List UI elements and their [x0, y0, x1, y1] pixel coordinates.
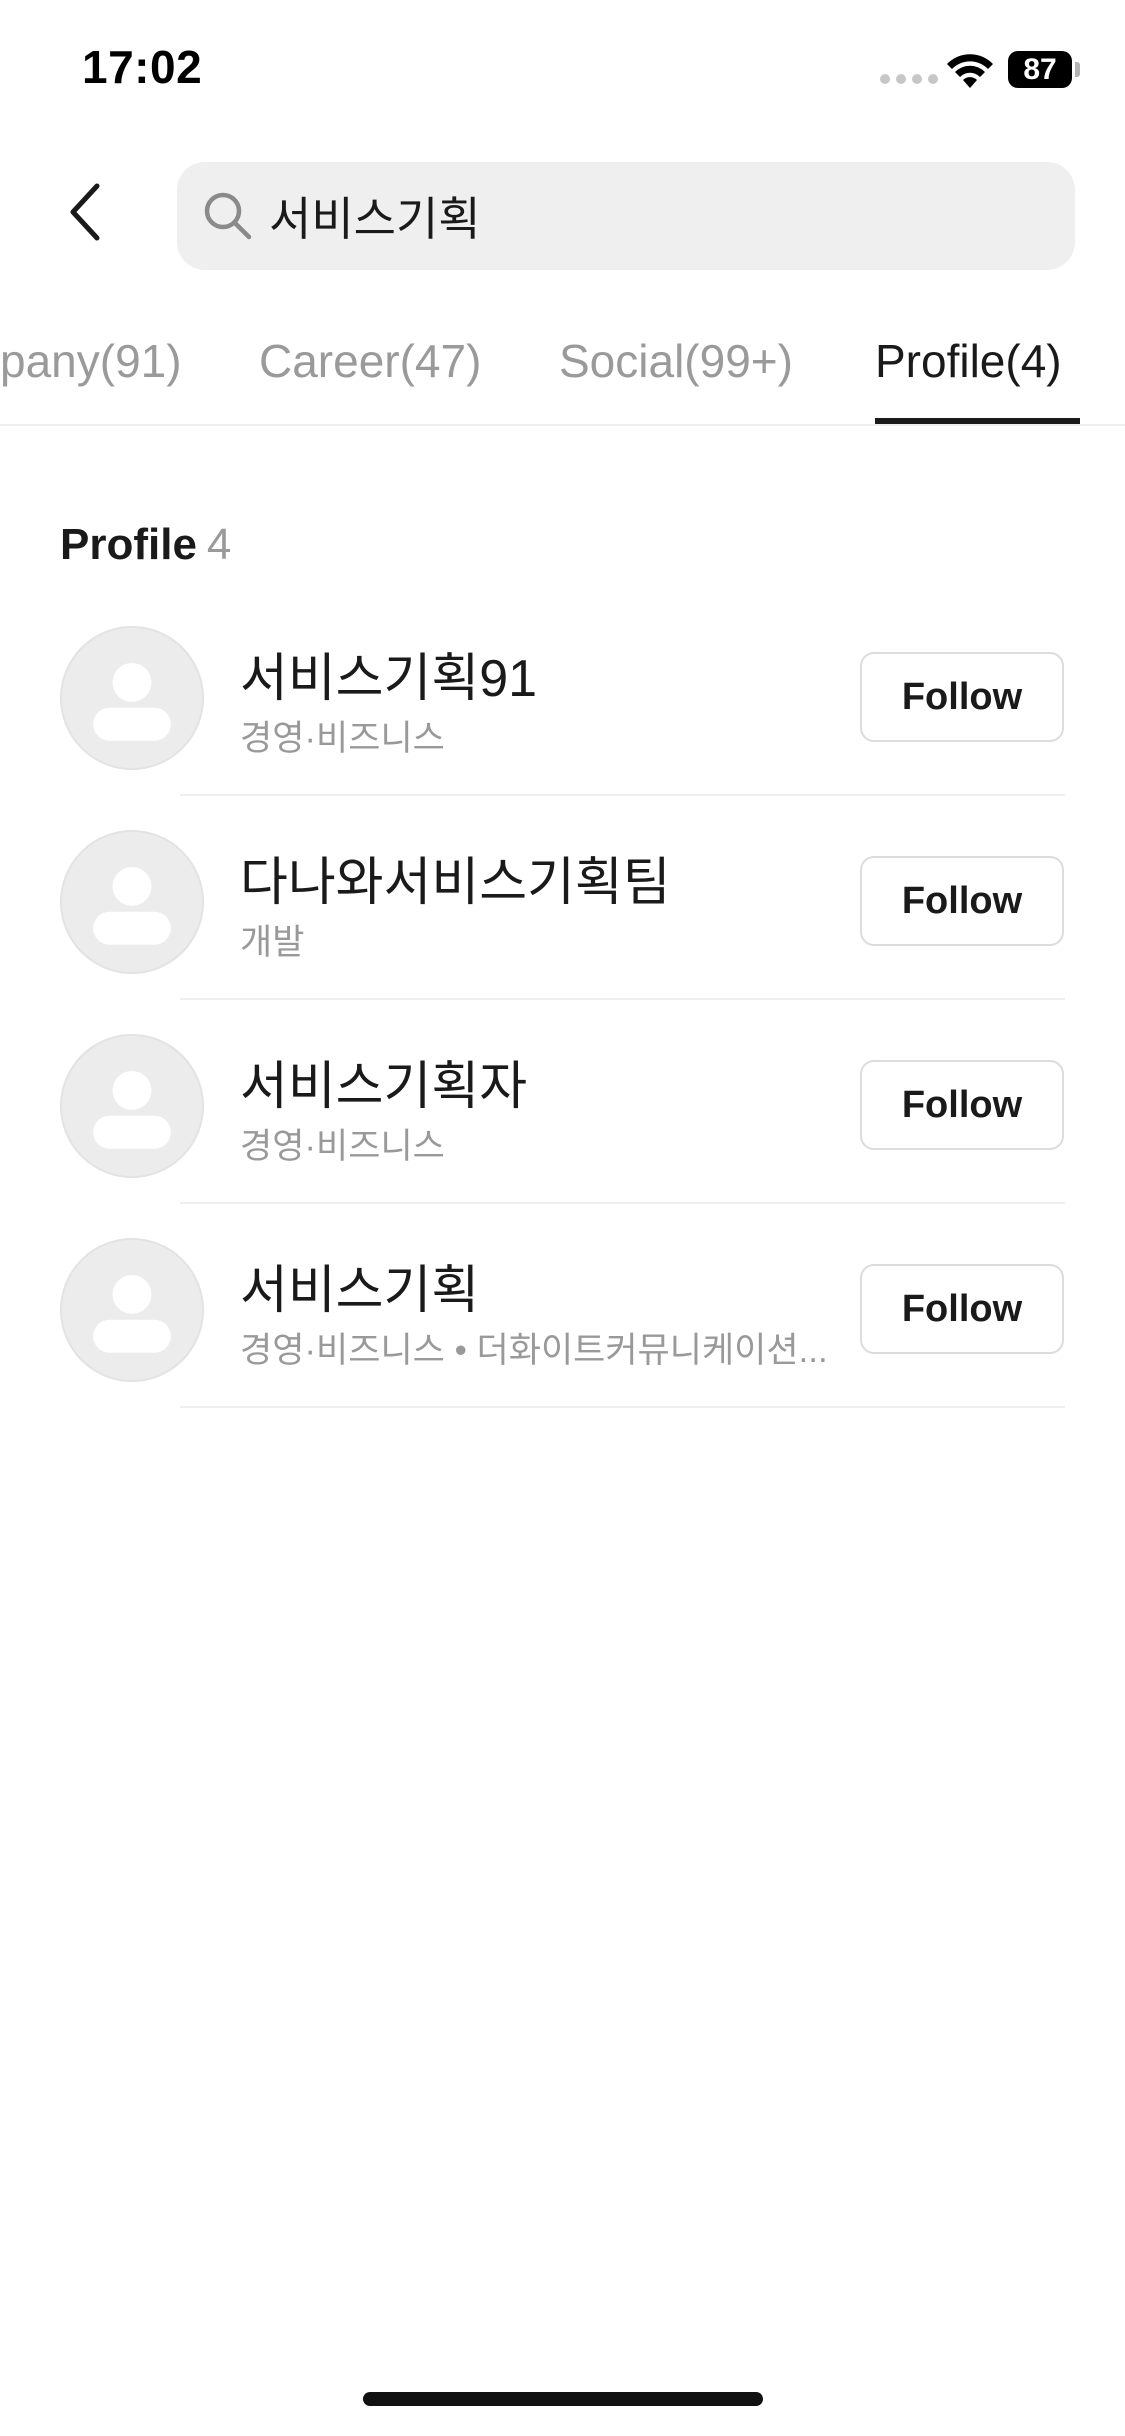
section-count: 4	[206, 520, 232, 569]
profile-name: 서비스기획	[240, 1262, 480, 1320]
list-item[interactable]: 서비스기획91 경영·비즈니스 Follow	[0, 610, 1125, 814]
cellular-signal-icon	[880, 74, 938, 84]
category-tabs: pany(91) Career(47) Social(99+) Profile(…	[0, 320, 1125, 426]
profile-subtitle: 경영·비즈니스	[240, 719, 445, 758]
search-query: 서비스기획	[269, 193, 481, 245]
profile-subtitle: 개발	[240, 923, 305, 962]
tab-company[interactable]: pany(91)	[0, 334, 182, 388]
battery-icon: 87	[1008, 51, 1072, 88]
home-indicator[interactable]	[363, 2392, 763, 2406]
divider	[180, 794, 1065, 796]
chevron-left-icon	[70, 183, 100, 241]
avatar	[60, 626, 204, 770]
section-title-label: Profile	[60, 520, 197, 569]
section-title: Profile 4	[60, 520, 231, 570]
avatar	[60, 1238, 204, 1382]
back-button[interactable]	[55, 172, 115, 252]
avatar	[60, 830, 204, 974]
profile-subtitle: 경영·비즈니스	[240, 1127, 445, 1166]
profile-subtitle: 경영·비즈니스 • 더화이트커뮤니케이션...	[240, 1331, 828, 1370]
follow-button[interactable]: Follow	[860, 856, 1064, 946]
battery-tip	[1075, 62, 1080, 77]
search-input[interactable]: 서비스기획	[177, 162, 1075, 270]
follow-button[interactable]: Follow	[860, 1060, 1064, 1150]
list-item[interactable]: 다나와서비스기획팀 개발 Follow	[0, 814, 1125, 1018]
follow-button[interactable]: Follow	[860, 652, 1064, 742]
profile-name: 서비스기획자	[240, 1058, 528, 1116]
follow-button[interactable]: Follow	[860, 1264, 1064, 1354]
tab-social[interactable]: Social(99+)	[559, 334, 793, 388]
search-icon	[204, 192, 252, 240]
avatar	[60, 1034, 204, 1178]
list-item[interactable]: 서비스기획자 경영·비즈니스 Follow	[0, 1018, 1125, 1222]
divider	[180, 998, 1065, 1000]
default-avatar-icon	[93, 663, 171, 741]
active-tab-indicator	[875, 418, 1080, 424]
tab-profile[interactable]: Profile(4)	[875, 334, 1062, 388]
tab-career[interactable]: Career(47)	[259, 334, 481, 388]
status-bar: 17:02 87	[0, 0, 1125, 140]
divider	[180, 1202, 1065, 1204]
status-time: 17:02	[82, 41, 203, 93]
list-item[interactable]: 서비스기획 경영·비즈니스 • 더화이트커뮤니케이션... Follow	[0, 1222, 1125, 1426]
default-avatar-icon	[93, 1275, 171, 1353]
wifi-icon	[947, 54, 993, 88]
profile-name: 서비스기획91	[240, 650, 538, 708]
divider	[180, 1406, 1065, 1408]
profile-name: 다나와서비스기획팀	[240, 854, 671, 912]
default-avatar-icon	[93, 1071, 171, 1149]
default-avatar-icon	[93, 867, 171, 945]
profile-list: 서비스기획91 경영·비즈니스 Follow 다나와서비스기획팀 개발 Foll…	[0, 610, 1125, 1426]
